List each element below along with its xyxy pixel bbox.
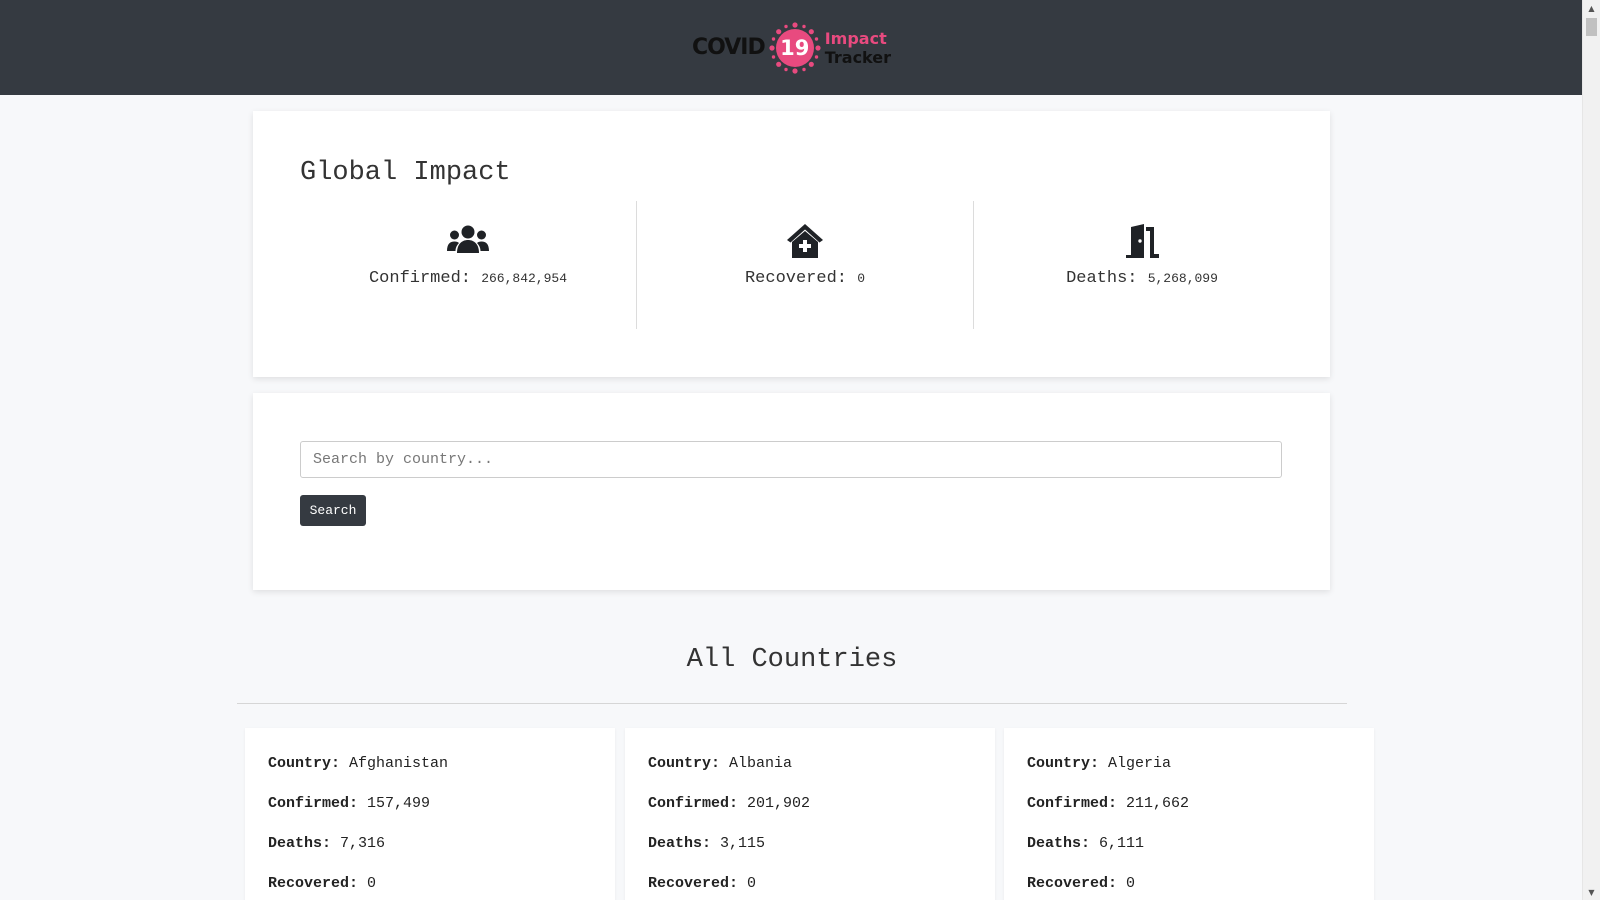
- confirmed-row: Confirmed: 211,662: [1027, 795, 1189, 812]
- stat-recovered-label: Recovered:: [744, 269, 847, 288]
- confirmed-value: 201,902: [747, 795, 811, 812]
- deaths-value: 3,115: [720, 835, 766, 852]
- site-header: COVID 19 Impact Tracker: [0, 0, 1583, 95]
- virus-icon: 19: [769, 21, 821, 74]
- country-label: Country:: [648, 755, 721, 772]
- logo-number: 19: [780, 35, 810, 60]
- confirmed-row: Confirmed: 201,902: [648, 795, 810, 812]
- search-input[interactable]: [300, 441, 1282, 478]
- search-button[interactable]: Search: [300, 495, 366, 526]
- page: COVID 19 Impact Tracker Global Impact Co…: [0, 0, 1583, 900]
- all-countries-title: All Countries: [686, 645, 898, 675]
- deaths-row: Deaths: 3,115: [648, 835, 765, 852]
- stat-deaths: Deaths: 5,268,099: [973, 201, 1310, 329]
- section-divider: [237, 703, 1347, 704]
- logo-covid-text: COVID: [691, 35, 766, 60]
- confirmed-value: 157,499: [367, 795, 431, 812]
- search-card: Search: [253, 393, 1330, 590]
- country-label: Country:: [1027, 755, 1100, 772]
- recovered-label: Recovered:: [648, 875, 739, 892]
- country-card: Country: Albania Confirmed: 201,902 Deat…: [625, 728, 995, 900]
- confirmed-value: 211,662: [1126, 795, 1190, 812]
- stat-deaths-line: Deaths: 5,268,099: [1066, 269, 1218, 288]
- stat-recovered-line: Recovered: 0: [745, 269, 865, 288]
- stat-recovered-value: 0: [857, 271, 866, 286]
- scroll-down-arrow-icon[interactable]: ▼: [1583, 884, 1600, 900]
- recovered-value: 0: [367, 875, 377, 892]
- stat-confirmed-value: 266,842,954: [481, 271, 568, 286]
- covid-tracker-logo[interactable]: COVID 19 Impact Tracker: [691, 21, 891, 74]
- country-row: Country: Afghanistan: [268, 755, 448, 772]
- recovered-row: Recovered: 0: [1027, 875, 1135, 892]
- global-stats: Confirmed: 266,842,954 Recovered: 0 Deat…: [300, 201, 1310, 329]
- global-impact-title: Global Impact: [300, 158, 511, 188]
- confirmed-label: Confirmed:: [1027, 795, 1118, 812]
- recovered-value: 0: [1126, 875, 1136, 892]
- logo-tracker-text: Tracker: [824, 47, 891, 67]
- house-medical-icon: [787, 224, 823, 258]
- deaths-label: Deaths:: [1027, 835, 1091, 852]
- global-impact-card: Global Impact Confirmed: 266,842,954 Rec…: [253, 111, 1330, 377]
- country-label: Country:: [268, 755, 341, 772]
- logo-words: Impact Tracker: [825, 29, 891, 67]
- stat-recovered: Recovered: 0: [636, 201, 973, 329]
- deaths-label: Deaths:: [648, 835, 712, 852]
- deaths-label: Deaths:: [268, 835, 332, 852]
- deaths-value: 7,316: [340, 835, 386, 852]
- stat-deaths-label: Deaths:: [1066, 269, 1138, 288]
- stat-confirmed-label: Confirmed:: [368, 269, 471, 288]
- stat-deaths-value: 5,268,099: [1147, 271, 1218, 286]
- country-row: Country: Albania: [648, 755, 792, 772]
- scrollbar-thumb[interactable]: [1586, 18, 1597, 36]
- logo-impact-text: Impact: [824, 28, 887, 48]
- scroll-up-arrow-icon[interactable]: ▲: [1583, 0, 1600, 16]
- recovered-label: Recovered:: [268, 875, 359, 892]
- country-name: Albania: [729, 755, 793, 772]
- deaths-value: 6,111: [1099, 835, 1145, 852]
- door-open-icon: [1126, 224, 1159, 258]
- deaths-row: Deaths: 7,316: [268, 835, 385, 852]
- recovered-label: Recovered:: [1027, 875, 1118, 892]
- confirmed-label: Confirmed:: [648, 795, 739, 812]
- country-name: Algeria: [1108, 755, 1172, 772]
- country-card: Country: Algeria Confirmed: 211,662 Deat…: [1004, 728, 1374, 900]
- stat-confirmed-line: Confirmed: 266,842,954: [369, 269, 567, 288]
- country-row: Country: Algeria: [1027, 755, 1171, 772]
- recovered-row: Recovered: 0: [648, 875, 756, 892]
- recovered-row: Recovered: 0: [268, 875, 376, 892]
- stat-confirmed: Confirmed: 266,842,954: [300, 201, 636, 329]
- recovered-value: 0: [747, 875, 757, 892]
- users-icon: [447, 225, 489, 253]
- confirmed-row: Confirmed: 157,499: [268, 795, 430, 812]
- country-name: Afghanistan: [349, 755, 449, 772]
- deaths-row: Deaths: 6,111: [1027, 835, 1144, 852]
- country-card: Country: Afghanistan Confirmed: 157,499 …: [245, 728, 615, 900]
- vertical-scrollbar[interactable]: ▲ ▼: [1582, 0, 1600, 900]
- confirmed-label: Confirmed:: [268, 795, 359, 812]
